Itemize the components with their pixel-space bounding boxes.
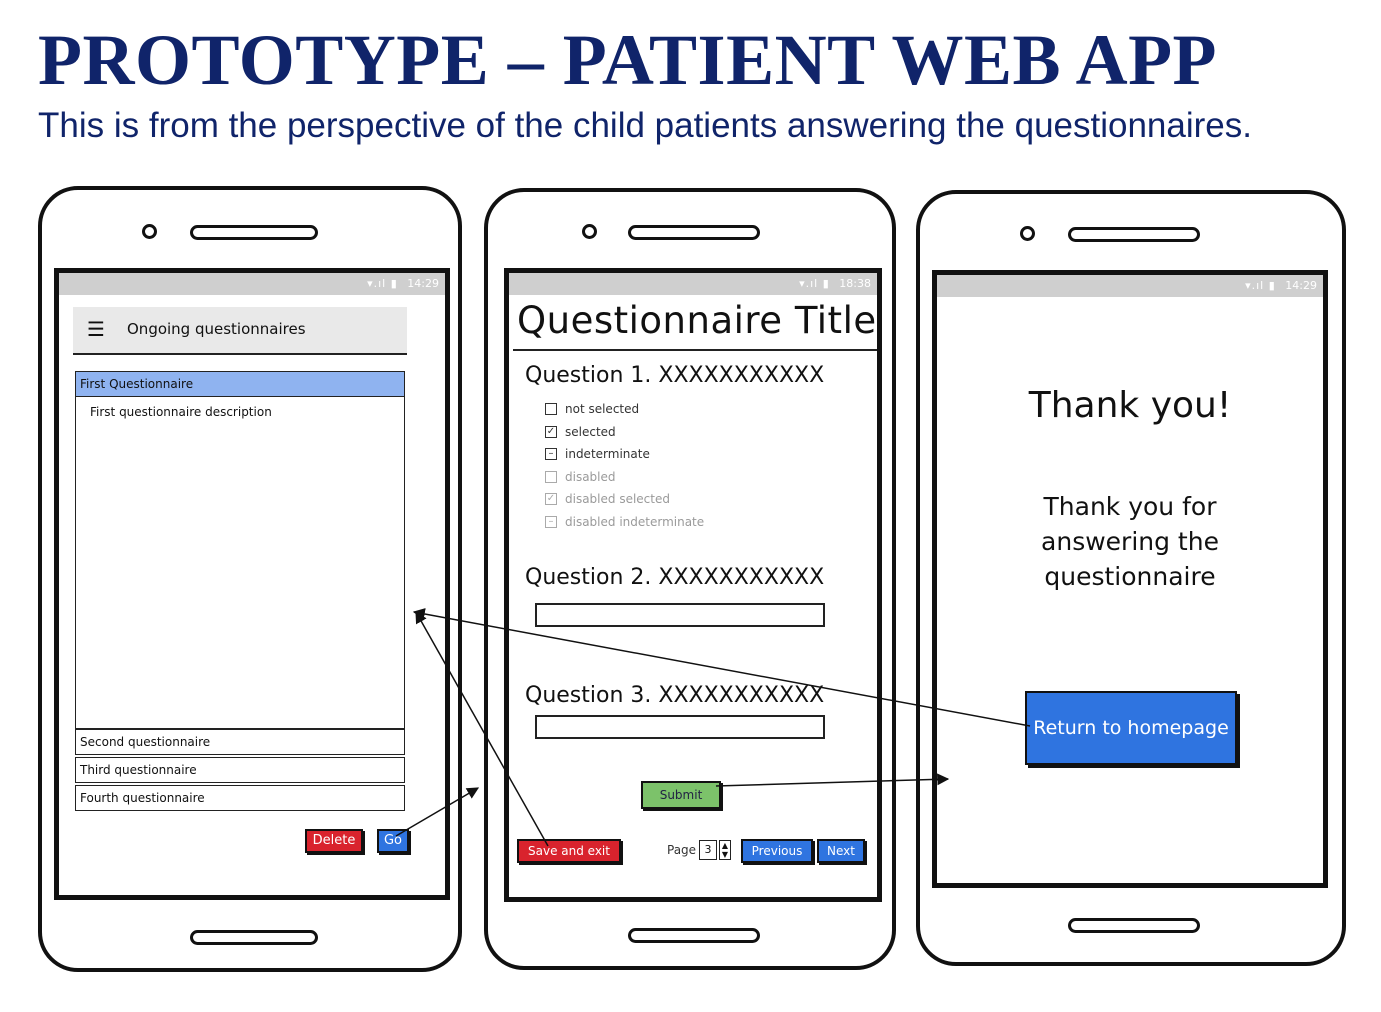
- checkbox-icon: ✓: [545, 493, 557, 505]
- questionnaire-description: First questionnaire description: [90, 405, 272, 419]
- thank-you-line-2: answering the: [1041, 527, 1219, 556]
- status-time: 14:29: [1285, 279, 1317, 292]
- checkbox-option: disabled: [545, 469, 616, 485]
- next-button[interactable]: Next: [817, 839, 865, 863]
- list-item-label: Third questionnaire: [80, 763, 197, 777]
- slide-title: PROTOTYPE – PATIENT WEB APP: [38, 20, 1218, 100]
- checkbox-label: disabled: [565, 469, 616, 484]
- checkbox-option: ✓ disabled selected: [545, 491, 670, 507]
- slide-subtitle: This is from the perspective of the chil…: [38, 106, 1252, 145]
- thank-you-line-1: Thank you for: [1043, 492, 1217, 521]
- status-time: 14:29: [407, 277, 439, 290]
- checkbox-option[interactable]: ✓ selected: [545, 424, 616, 440]
- home-button: [190, 930, 318, 945]
- list-item-fourth-questionnaire[interactable]: Fourth questionnaire: [75, 785, 405, 811]
- signal-icon: ▾.ıl ▮: [799, 277, 830, 290]
- question-2-label: Question 2. XXXXXXXXXXX: [525, 565, 825, 590]
- checkbox-label: indeterminate: [565, 447, 650, 461]
- list-item-label: Fourth questionnaire: [80, 791, 205, 805]
- status-bar: ▾.ıl ▮ 14:29: [937, 275, 1323, 297]
- checkbox-option[interactable]: – indeterminate: [545, 446, 650, 462]
- page-label: Page: [667, 843, 697, 857]
- phone-thank-you: ▾.ıl ▮ 14:29 Thank you! Thank you for an…: [916, 190, 1346, 966]
- hamburger-menu-icon[interactable]: ☰: [87, 318, 105, 340]
- submit-button[interactable]: Submit: [641, 781, 721, 809]
- thank-you-line-3: questionnaire: [1044, 562, 1216, 591]
- status-bar: ▾.ıl ▮ 18:38: [509, 273, 877, 295]
- list-item-label: Second questionnaire: [80, 735, 211, 749]
- list-item-label: First Questionnaire: [80, 377, 194, 391]
- questionnaire-title: Questionnaire Title: [517, 299, 877, 342]
- question-3-label: Question 3. XXXXXXXXXXX: [525, 683, 825, 708]
- return-to-homepage-button[interactable]: Return to homepage: [1025, 691, 1237, 765]
- list-item-third-questionnaire[interactable]: Third questionnaire: [75, 757, 405, 783]
- status-bar: ▾.ıl ▮ 14:29: [59, 273, 445, 295]
- camera-icon: [1020, 226, 1035, 241]
- save-and-exit-button[interactable]: Save and exit: [517, 839, 621, 863]
- signal-icon: ▾.ıl ▮: [367, 277, 398, 290]
- phone-questionnaire: ▾.ıl ▮ 18:38 Questionnaire Title Questio…: [484, 188, 896, 970]
- status-time: 18:38: [839, 277, 871, 290]
- checkbox-label: disabled indeterminate: [565, 514, 705, 529]
- question-3-answer-input[interactable]: [535, 715, 825, 739]
- phone-ongoing-questionnaires: ▾.ıl ▮ 14:29 ☰ Ongoing questionnaires Fi…: [38, 186, 462, 972]
- app-bar-title: Ongoing questionnaires: [127, 320, 306, 338]
- camera-icon: [582, 224, 597, 239]
- question-1-label: Question 1. XXXXXXXXXXX: [525, 363, 825, 388]
- page-number-input[interactable]: 3: [699, 840, 717, 860]
- screen: ▾.ıl ▮ 14:29 Thank you! Thank you for an…: [932, 270, 1328, 888]
- home-button: [1068, 918, 1200, 933]
- screen: ▾.ıl ▮ 14:29 ☰ Ongoing questionnaires Fi…: [54, 268, 450, 900]
- checkbox-icon[interactable]: [545, 403, 557, 415]
- question-2-answer-input[interactable]: [535, 603, 825, 627]
- checkbox-icon[interactable]: ✓: [545, 425, 557, 438]
- questionnaire-description-panel: First questionnaire description: [75, 397, 405, 729]
- speaker-grille: [628, 225, 760, 240]
- signal-icon: ▾.ıl ▮: [1245, 279, 1276, 292]
- list-item-first-questionnaire[interactable]: First Questionnaire: [75, 371, 405, 397]
- checkbox-label: selected: [565, 424, 616, 439]
- checkbox-option: – disabled indeterminate: [545, 514, 704, 530]
- checkbox-label: disabled selected: [565, 492, 670, 506]
- app-bar: ☰ Ongoing questionnaires: [73, 307, 407, 355]
- page-stepper-icon[interactable]: ▲ ▼: [719, 840, 731, 860]
- screen: ▾.ıl ▮ 18:38 Questionnaire Title Questio…: [504, 268, 882, 902]
- checkbox-icon: –: [545, 515, 557, 528]
- speaker-grille: [190, 225, 318, 240]
- home-button: [628, 928, 760, 943]
- title-divider: [513, 349, 877, 351]
- checkbox-icon[interactable]: –: [545, 448, 557, 460]
- list-item-second-questionnaire[interactable]: Second questionnaire: [75, 729, 405, 755]
- checkbox-option[interactable]: not selected: [545, 401, 639, 417]
- go-button[interactable]: Go: [377, 829, 409, 853]
- delete-button[interactable]: Delete: [305, 829, 363, 853]
- thank-you-message: Thank you for answering the questionnair…: [937, 489, 1323, 594]
- speaker-grille: [1068, 227, 1200, 242]
- thank-you-heading: Thank you!: [1028, 385, 1232, 426]
- checkbox-icon: [545, 470, 557, 483]
- checkbox-label: not selected: [565, 402, 640, 416]
- previous-button[interactable]: Previous: [741, 839, 813, 863]
- camera-icon: [142, 224, 157, 239]
